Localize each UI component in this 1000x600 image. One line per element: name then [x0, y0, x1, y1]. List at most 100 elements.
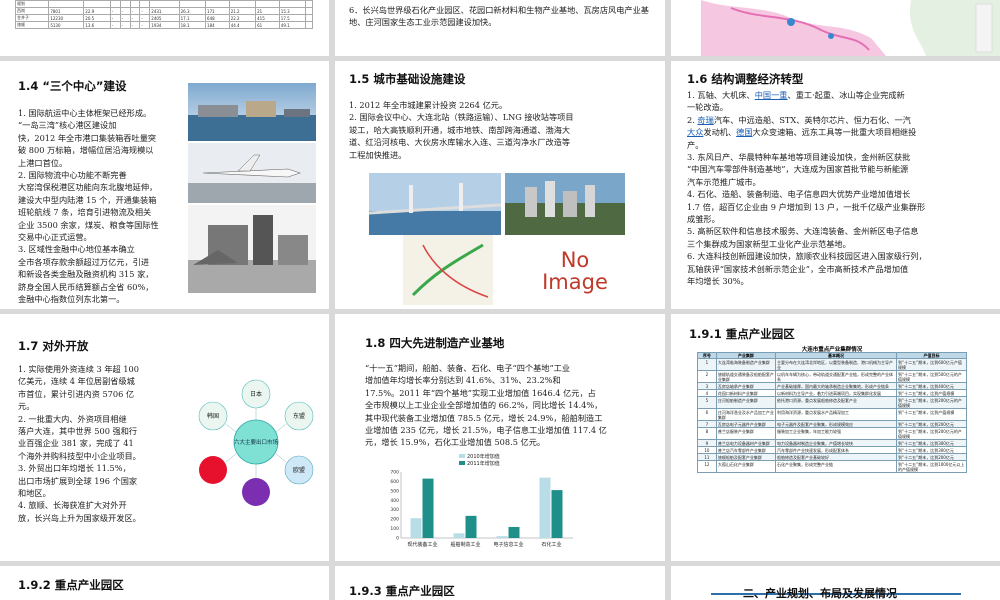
x-tick-label: 电子信息工业 [493, 541, 523, 548]
table-cell: 到“十二五”期末，比到400亿元 [896, 382, 967, 390]
bar-0-0 [410, 518, 422, 538]
table-row: 12 大孤山石化产业集群 石化产业聚集，形成完整产业链 到“十二五”期末，比到1000… [697, 460, 967, 473]
table-cell: 3 [697, 382, 717, 390]
table-cell [305, 14, 313, 22]
table-cell: 22.9 [83, 7, 111, 15]
table-cell: - [129, 21, 141, 29]
table-cell: 到“十二五”期末，比到200亿元 [896, 420, 967, 428]
table-cell: - [109, 21, 121, 29]
slide-1-6: 1.6 结构调整经济转型 1. 瓦轴、大机床、中国一重、重工·起重、冰山等企业完… [671, 61, 1000, 309]
table-cell [129, 0, 141, 8]
table-cell: 18.1 [178, 21, 207, 29]
table-cell: 21.2 [228, 7, 257, 15]
table-cell: 26.3 [178, 7, 207, 15]
table-cell [109, 0, 121, 8]
slide-top-left: 规划 西岗 7801 22.9- - - -2431 26.3 171 21.2 21 15.3 甘井子… [0, 0, 329, 56]
legend-label: 2010年增加值 [467, 453, 500, 460]
table-cell [178, 0, 207, 8]
legend-swatch [459, 461, 465, 465]
table-cell: 1 [697, 358, 717, 371]
table-cell: 旅顺 [14, 21, 50, 29]
table-cell: 5130 [48, 21, 85, 29]
table-cell: 415 [255, 14, 280, 22]
slide-1-4: 1.4 “三个中心”建设 1. 国际航运中心主体框架已经形成。 “一岛三湾”核心… [0, 61, 329, 309]
no-image-line1: No [560, 248, 590, 272]
table-cell: 产业基础雄厚，国内最大的轴承制造企业聚集地，形成产业链条 [774, 382, 898, 390]
y-tick-label: 700 [390, 470, 399, 476]
table-row: 1 大连湾临海装备制造产业集群 主要分布在大连湾北岸地区，以重型装备制造、港口机械为… [697, 358, 967, 371]
bar-0-1 [453, 533, 465, 538]
table-cell: 电子元器件及配套产业聚集，形成规模效应 [774, 420, 898, 428]
table-cell: 6 [697, 408, 717, 421]
table-cell: 规划 [14, 0, 50, 8]
table-row: 3 瓦房店轴承产业集群 产业基础雄厚，国内最大的轴承制造企业聚集地，形成产业链条 到“… [697, 382, 967, 390]
table-cell: 13.6 [83, 21, 111, 29]
table-cell: 171 [205, 7, 230, 15]
table-cell: 庄河海洋渔业及水产品加工产业集群 [715, 408, 777, 421]
link-china-first-heavy[interactable]: 中国一重 [755, 90, 788, 100]
text-run: 汽车、中远造船、STX、英特尔芯片、恒力石化、一汽 [713, 114, 911, 125]
y-tick-label: 100 [390, 526, 399, 532]
slide-body: “十一五”期间，船舶、装备、石化、电子“四个基地”工业 增加值年均增长率分别达到… [365, 363, 607, 448]
link-chery[interactable]: 奇瑞 [697, 115, 713, 125]
slide-top-mid: 6．长兴岛世界级石化产业园区、花园口新材料和生物产业基地、瓦房店风电产业基地、庄… [335, 0, 665, 56]
table-cell: 服装加工企业聚集，年加工能力较强 [774, 427, 898, 440]
table-cell: 4 [697, 389, 717, 397]
bar-0-3 [539, 477, 551, 538]
table-cell: 电力设备器材制造企业聚集，产值增长较快 [774, 439, 898, 447]
table-row: 11 旅顺船舶及配套产业集群 船舶修造及配套产业基础较好 到“十二五”期末，比到200… [697, 453, 967, 461]
slide-body: 1. 2012 年全市城建累计投资 2264 亿元。 2. 国际会议中心、大连北… [349, 100, 574, 160]
industrial-cluster-table: 序号 产业集群 基本概况 产值目标 1 大连湾临海装备制造产业集群 主要分布在大连湾北岸地区… [697, 352, 967, 473]
table-cell: 2 [697, 370, 717, 383]
table-row: 10 普兰店汽车零部件产业集群 汽车零部件产业快速发展，形成配套体系 到“十二五”期末… [697, 446, 967, 454]
table-cell: - [139, 14, 151, 22]
slide-body: 1. 实际使用外资连续 3 年超 100 亿美元，连续 4 年位居副省级城 市首… [18, 364, 141, 523]
table-cell [305, 7, 313, 15]
bar-1-1 [465, 515, 477, 538]
legend-swatch [459, 454, 465, 458]
table-row: 5 庄河船舶制造产业集群 依托港口资源，重点发展船舶修造及配套产业 到“十二五”期末，… [697, 396, 967, 409]
slide-section-2: 二、产业规划、布局及发展情况 [671, 566, 1000, 600]
road-map-photo [403, 235, 493, 305]
slide-grid: 规划 西岗 7801 22.9- - - -2431 26.3 171 21.2 21 15.3 甘井子… [0, 0, 1000, 600]
diagram-node-korea: 韩国 [207, 412, 219, 420]
table-cell: 利用海洋资源，重点发展水产品精深加工 [774, 408, 898, 421]
table-cell: 瓦房店轴承产业集群 [715, 382, 777, 390]
table-cell: 花园口新材料产业集群 [715, 389, 777, 397]
link-volkswagen[interactable]: 大众 [687, 127, 703, 137]
table-cell: 普兰店汽车零部件产业集群 [715, 446, 777, 454]
slide-title: 1.4 “三个中心”建设 [18, 79, 127, 93]
x-tick-label: 船舶制造工业 [450, 541, 480, 548]
link-germany[interactable]: 德国 [736, 127, 752, 137]
table-cell: 以新材料为主导产业，着力引进高端项目，实现集群化发展 [774, 389, 898, 397]
table-cell: 旅顺轨道交通装备及船舶配套产业集群 [715, 370, 777, 383]
district-data-table: 规划 西岗 7801 22.9- - - -2431 26.3 171 21.2 21 15.3 甘井子… [14, 0, 313, 29]
table-cell [205, 0, 230, 8]
slide-title: 1.9.2 重点产业园区 [18, 578, 124, 592]
table-cell: 到“十二五”期末，比到200亿元的产值规模 [896, 396, 967, 409]
slide-title: 1.5 城市基础设施建设 [349, 72, 466, 86]
legend-label: 2011年增加值 [467, 460, 500, 467]
table-cell: 到“十二五”期末，比到600亿元产值规模 [896, 358, 967, 371]
table-cell: 瓦房店电子元器件产业集群 [715, 420, 777, 428]
y-tick-label: 500 [390, 488, 399, 494]
text-run: 3. 东风日产、华晨特种车基地等项目建设加快，金州新区获批 “中国汽车零部件制造… [687, 152, 927, 287]
table-cell: 61 [255, 21, 280, 29]
table-cell: - [109, 14, 121, 22]
bar-1-0 [422, 478, 434, 538]
slide-title: 二、产业规划、布局及发展情况 [743, 587, 897, 600]
table-cell: 西岗 [14, 7, 50, 15]
table-cell: 11 [697, 453, 717, 461]
city-photo [505, 173, 625, 235]
table-cell: - [119, 21, 131, 29]
table-cell: 8 [697, 427, 717, 440]
y-tick-label: 200 [390, 517, 399, 523]
table-cell [149, 0, 180, 8]
table-cell [119, 0, 131, 8]
diagram-node-japan: 日本 [250, 390, 262, 398]
table-cell: 2431 [149, 7, 180, 15]
slide-body: 1. 国际航运中心主体框架已经形成。 “一岛三湾”核心港区建设加 快，2012 … [18, 108, 159, 305]
export-market-diagram: 六大主要出口市场 日本 东盟 欧盟 韩国 [198, 379, 314, 506]
table-cell: 汽车零部件产业快速发展，形成配套体系 [774, 446, 898, 454]
no-image-line2: Image [542, 270, 608, 294]
